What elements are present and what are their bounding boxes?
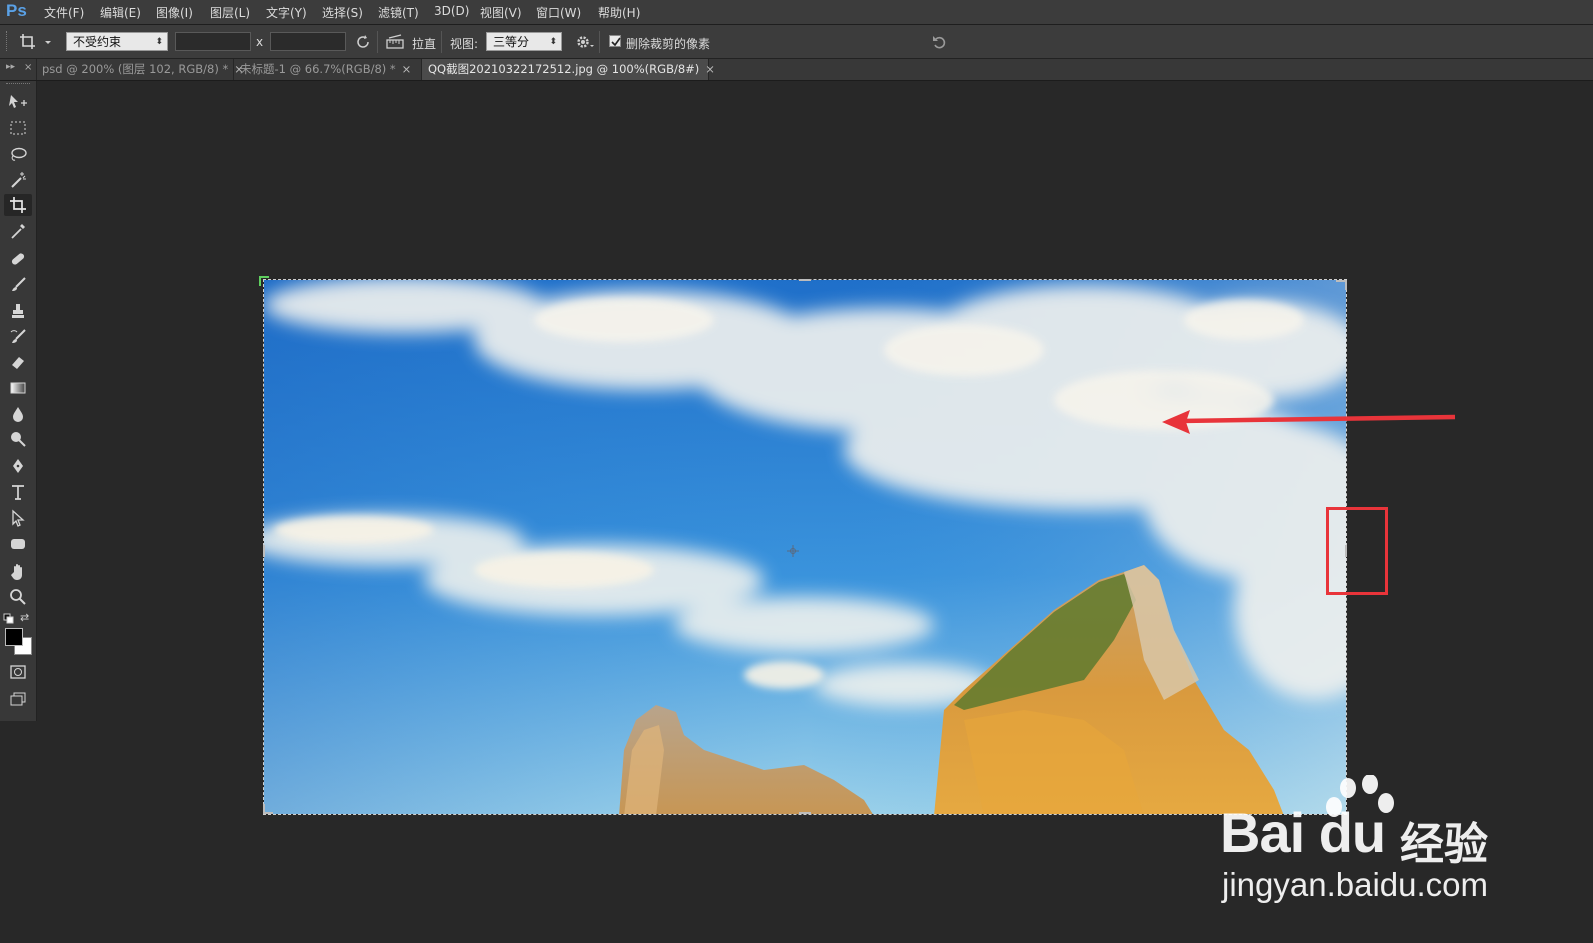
pen-icon[interactable] (4, 455, 32, 477)
zoom-icon[interactable] (4, 586, 32, 608)
image-canvas[interactable] (263, 279, 1347, 815)
toolbar-grip (6, 83, 30, 86)
marquee-tool-icon[interactable] (4, 117, 32, 139)
tools-panel: ⇄ (0, 81, 37, 721)
lasso-tool-icon[interactable] (4, 143, 32, 165)
tab-untitled[interactable]: 未标题-1 @ 66.7%(RGB/8) * × (234, 59, 422, 80)
photoshop-logo: Ps (6, 1, 27, 20)
watermark-url: jingyan.baidu.com (1222, 866, 1488, 903)
width-field[interactable] (175, 32, 251, 51)
overlay-view-select[interactable]: 三等分 ⬍ (486, 32, 562, 51)
delete-pixels-label[interactable]: 删除裁剪的像素 (626, 35, 710, 52)
type-icon[interactable] (4, 481, 32, 503)
ratio-select-value: 不受约束 (73, 35, 122, 49)
separator (377, 31, 378, 53)
blur-icon[interactable] (4, 403, 32, 425)
tab-psd[interactable]: psd @ 200% (图层 102, RGB/8) * × (36, 59, 244, 80)
view-label: 视图: (450, 37, 479, 51)
straighten-icon[interactable] (386, 34, 404, 53)
height-field[interactable] (270, 32, 346, 51)
quick-mask-icon[interactable] (4, 661, 32, 683)
menu-3d[interactable]: 3D(D) (434, 4, 469, 18)
select-arrows-icon: ⬍ (549, 37, 557, 47)
shape-icon[interactable] (4, 533, 32, 555)
landscape-photo (264, 280, 1346, 814)
panel-collapse[interactable]: ▸▸ × (0, 59, 37, 80)
tab-label: 未标题-1 @ 66.7%(RGB/8) * (240, 62, 396, 76)
menu-edit[interactable]: 编辑(E) (100, 4, 141, 21)
tab-label: QQ截图20210322172512.jpg @ 100%(RGB/8#) (428, 62, 700, 76)
eyedropper-icon[interactable] (4, 220, 32, 242)
reset-icon[interactable] (931, 34, 949, 53)
default-colors-icon[interactable] (3, 613, 15, 628)
crop-edge-handle-bottom[interactable] (799, 812, 811, 814)
checkmark-icon (611, 37, 621, 47)
annotation-highlight-box (1326, 507, 1388, 595)
crop-edge-handle-top[interactable] (799, 279, 811, 281)
swap-colors-icon[interactable]: ⇄ (20, 611, 29, 624)
separator (441, 31, 442, 53)
crop-corner-handle-tr-v[interactable] (1345, 280, 1347, 290)
menu-type[interactable]: 文字(Y) (266, 4, 307, 21)
crop-edge-handle-left[interactable] (263, 545, 265, 557)
delete-pixels-checkbox[interactable] (609, 35, 621, 47)
foreground-color-swatch[interactable] (5, 628, 23, 646)
baidu-jingyan-text: 经验 (1400, 819, 1488, 870)
menu-filter[interactable]: 滤镜(T) (378, 4, 419, 21)
path-selection-icon[interactable] (4, 507, 32, 529)
healing-brush-icon[interactable] (4, 248, 32, 270)
crop-corner-handle-bl-v[interactable] (263, 804, 265, 814)
magic-wand-icon[interactable] (4, 169, 32, 191)
move-tool-icon[interactable] (4, 91, 32, 113)
tab-close-icon[interactable]: × (705, 62, 715, 76)
gradient-icon[interactable] (4, 377, 32, 399)
crop-tool-icon[interactable] (4, 194, 32, 216)
menu-window[interactable]: 窗口(W) (536, 4, 581, 21)
overlay-view-value: 三等分 (493, 35, 530, 49)
tab-qq-screenshot[interactable]: QQ截图20210322172512.jpg @ 100%(RGB/8#) × (422, 59, 715, 80)
options-grip (6, 31, 9, 51)
options-bar: 不受约束 ⬍ x 拉直 视图: 三等分 ⬍ 删除裁剪的像素 (0, 25, 1593, 59)
menu-image[interactable]: 图像(I) (156, 4, 193, 21)
swap-dimensions-icon[interactable] (355, 34, 371, 53)
menu-select[interactable]: 选择(S) (322, 4, 363, 21)
menu-bar: Ps 文件(F) 编辑(E) 图像(I) 图层(L) 文字(Y) 选择(S) 滤… (0, 0, 1593, 25)
tab-label: psd @ 200% (图层 102, RGB/8) * (42, 62, 229, 76)
annotation-arrow-icon (1162, 410, 1456, 434)
menu-view[interactable]: 视图(V) (480, 4, 522, 21)
crop-preset-icon[interactable] (18, 32, 52, 55)
document-tabs: ▸▸ × psd @ 200% (图层 102, RGB/8) * × 未标题-1… (0, 59, 1593, 81)
dodge-icon[interactable] (4, 428, 32, 450)
ratio-select[interactable]: 不受约束 ⬍ (66, 32, 168, 51)
menu-help[interactable]: 帮助(H) (598, 4, 640, 21)
hand-icon[interactable] (4, 561, 32, 583)
screen-mode-icon[interactable] (4, 688, 32, 710)
collapse-arrows-icon[interactable]: ▸▸ (6, 62, 15, 72)
brush-icon[interactable] (4, 274, 32, 296)
gear-icon[interactable] (575, 33, 595, 54)
clone-stamp-icon[interactable] (4, 300, 32, 322)
history-brush-icon[interactable] (4, 326, 32, 348)
times-sign: x (256, 35, 264, 49)
baidu-logo-text: Bai du (1220, 801, 1386, 864)
select-arrows-icon: ⬍ (155, 37, 163, 47)
separator (599, 31, 600, 53)
menu-file[interactable]: 文件(F) (44, 4, 84, 21)
tab-close-icon[interactable]: × (402, 62, 412, 76)
straighten-label[interactable]: 拉直 (412, 35, 436, 52)
eraser-icon[interactable] (4, 351, 32, 373)
crop-corner-handle-tl-v[interactable] (259, 276, 261, 286)
menu-layer[interactable]: 图层(L) (210, 4, 250, 21)
close-icon[interactable]: × (24, 62, 32, 73)
